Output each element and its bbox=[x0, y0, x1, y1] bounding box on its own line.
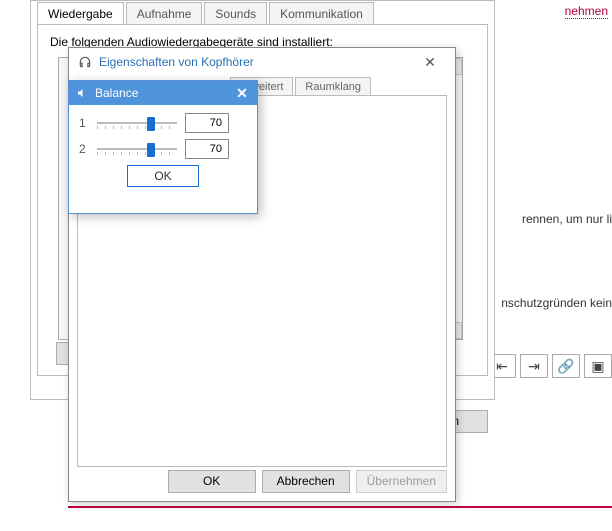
bg-toolbar: ⇤ ⇥ 🔗 ▣ bbox=[488, 354, 612, 378]
slider-thumb-icon[interactable] bbox=[147, 117, 155, 131]
link-icon[interactable]: 🔗 bbox=[552, 354, 580, 378]
tab-wiedergabe[interactable]: Wiedergabe bbox=[37, 2, 124, 25]
tab-raumklang[interactable]: Raumklang bbox=[295, 77, 371, 96]
bg-text-nschutz: nschutzgründen kein bbox=[501, 296, 612, 310]
balance-value-1[interactable]: 70 bbox=[185, 113, 229, 133]
props-titlebar[interactable]: Eigenschaften von Kopfhörer ✕ bbox=[69, 48, 455, 76]
slider-thumb-icon[interactable] bbox=[147, 143, 155, 157]
balance-ok-button[interactable]: OK bbox=[127, 165, 199, 187]
close-icon[interactable]: ✕ bbox=[413, 52, 447, 72]
sound-tabs: Wiedergabe Aufnahme Sounds Kommunikation bbox=[31, 1, 494, 24]
headphone-icon bbox=[77, 54, 93, 70]
balance-slider-1[interactable] bbox=[97, 115, 177, 131]
props-apply-button: Übernehmen bbox=[356, 470, 447, 493]
tab-kommunikation[interactable]: Kommunikation bbox=[269, 2, 374, 25]
balance-title: Balance bbox=[95, 86, 233, 100]
tab-sounds[interactable]: Sounds bbox=[204, 2, 267, 25]
speaker-small-icon bbox=[75, 86, 89, 100]
bg-link-nehmen[interactable]: nehmen bbox=[565, 4, 608, 19]
balance-window: Balance ✕ 1 70 2 70 OK bbox=[68, 80, 258, 214]
bg-divider bbox=[68, 506, 612, 508]
bg-text-rennen: rennen, um nur li bbox=[522, 212, 612, 226]
balance-close-icon[interactable]: ✕ bbox=[233, 85, 251, 102]
balance-value-2[interactable]: 70 bbox=[185, 139, 229, 159]
props-cancel-button[interactable]: Abbrechen bbox=[262, 470, 350, 493]
balance-label-1: 1 bbox=[79, 116, 89, 130]
balance-row-2: 2 70 bbox=[79, 139, 247, 159]
indent-right-icon[interactable]: ⇥ bbox=[520, 354, 548, 378]
balance-slider-2[interactable] bbox=[97, 141, 177, 157]
props-ok-button[interactable]: OK bbox=[168, 470, 256, 493]
balance-row-1: 1 70 bbox=[79, 113, 247, 133]
image-icon[interactable]: ▣ bbox=[584, 354, 612, 378]
tab-aufnahme[interactable]: Aufnahme bbox=[126, 2, 203, 25]
balance-titlebar[interactable]: Balance ✕ bbox=[69, 81, 257, 105]
props-title: Eigenschaften von Kopfhörer bbox=[99, 55, 413, 69]
balance-label-2: 2 bbox=[79, 142, 89, 156]
